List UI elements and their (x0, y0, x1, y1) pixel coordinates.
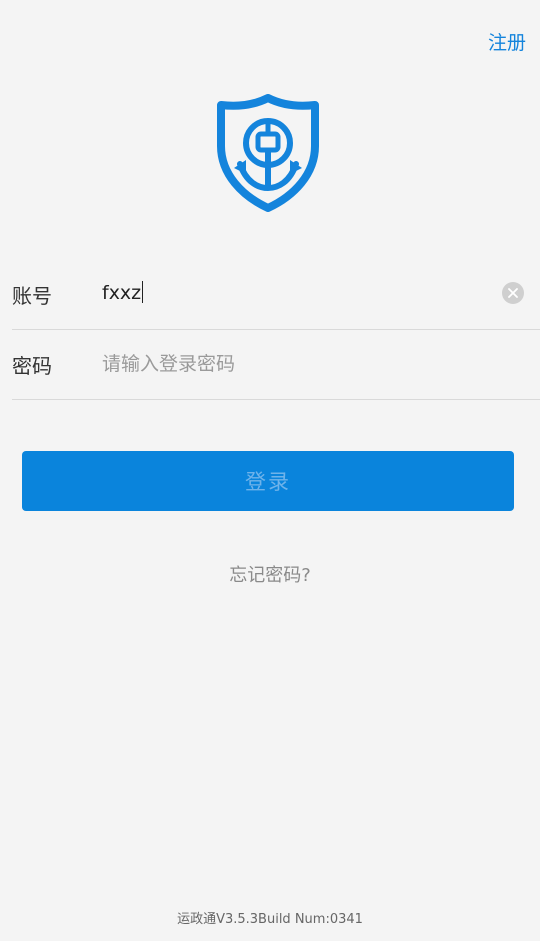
version-info: 运政通V3.5.3Build Num:0341 (177, 912, 363, 927)
account-value-text: fxxz (102, 282, 142, 304)
account-input[interactable]: fxxz (102, 281, 144, 304)
clear-account-button[interactable] (502, 282, 524, 304)
account-row: 账号 fxxz (12, 260, 540, 330)
password-label: 密码 (12, 354, 52, 378)
login-screen: 注册 账号 fxxz 密码 登录 忘记密码? 运政通V3.5.3Build Nu… (0, 0, 540, 941)
password-row: 密码 (12, 330, 540, 400)
forgot-password-link[interactable]: 忘记密码? (0, 561, 540, 587)
account-label: 账号 (12, 284, 52, 308)
password-input[interactable] (102, 347, 492, 381)
text-caret (142, 281, 144, 303)
login-button[interactable]: 登录 (22, 451, 514, 511)
app-logo (216, 94, 320, 212)
shield-anchor-logo-icon (217, 94, 319, 212)
close-icon (508, 288, 518, 298)
register-link[interactable]: 注册 (488, 28, 526, 55)
